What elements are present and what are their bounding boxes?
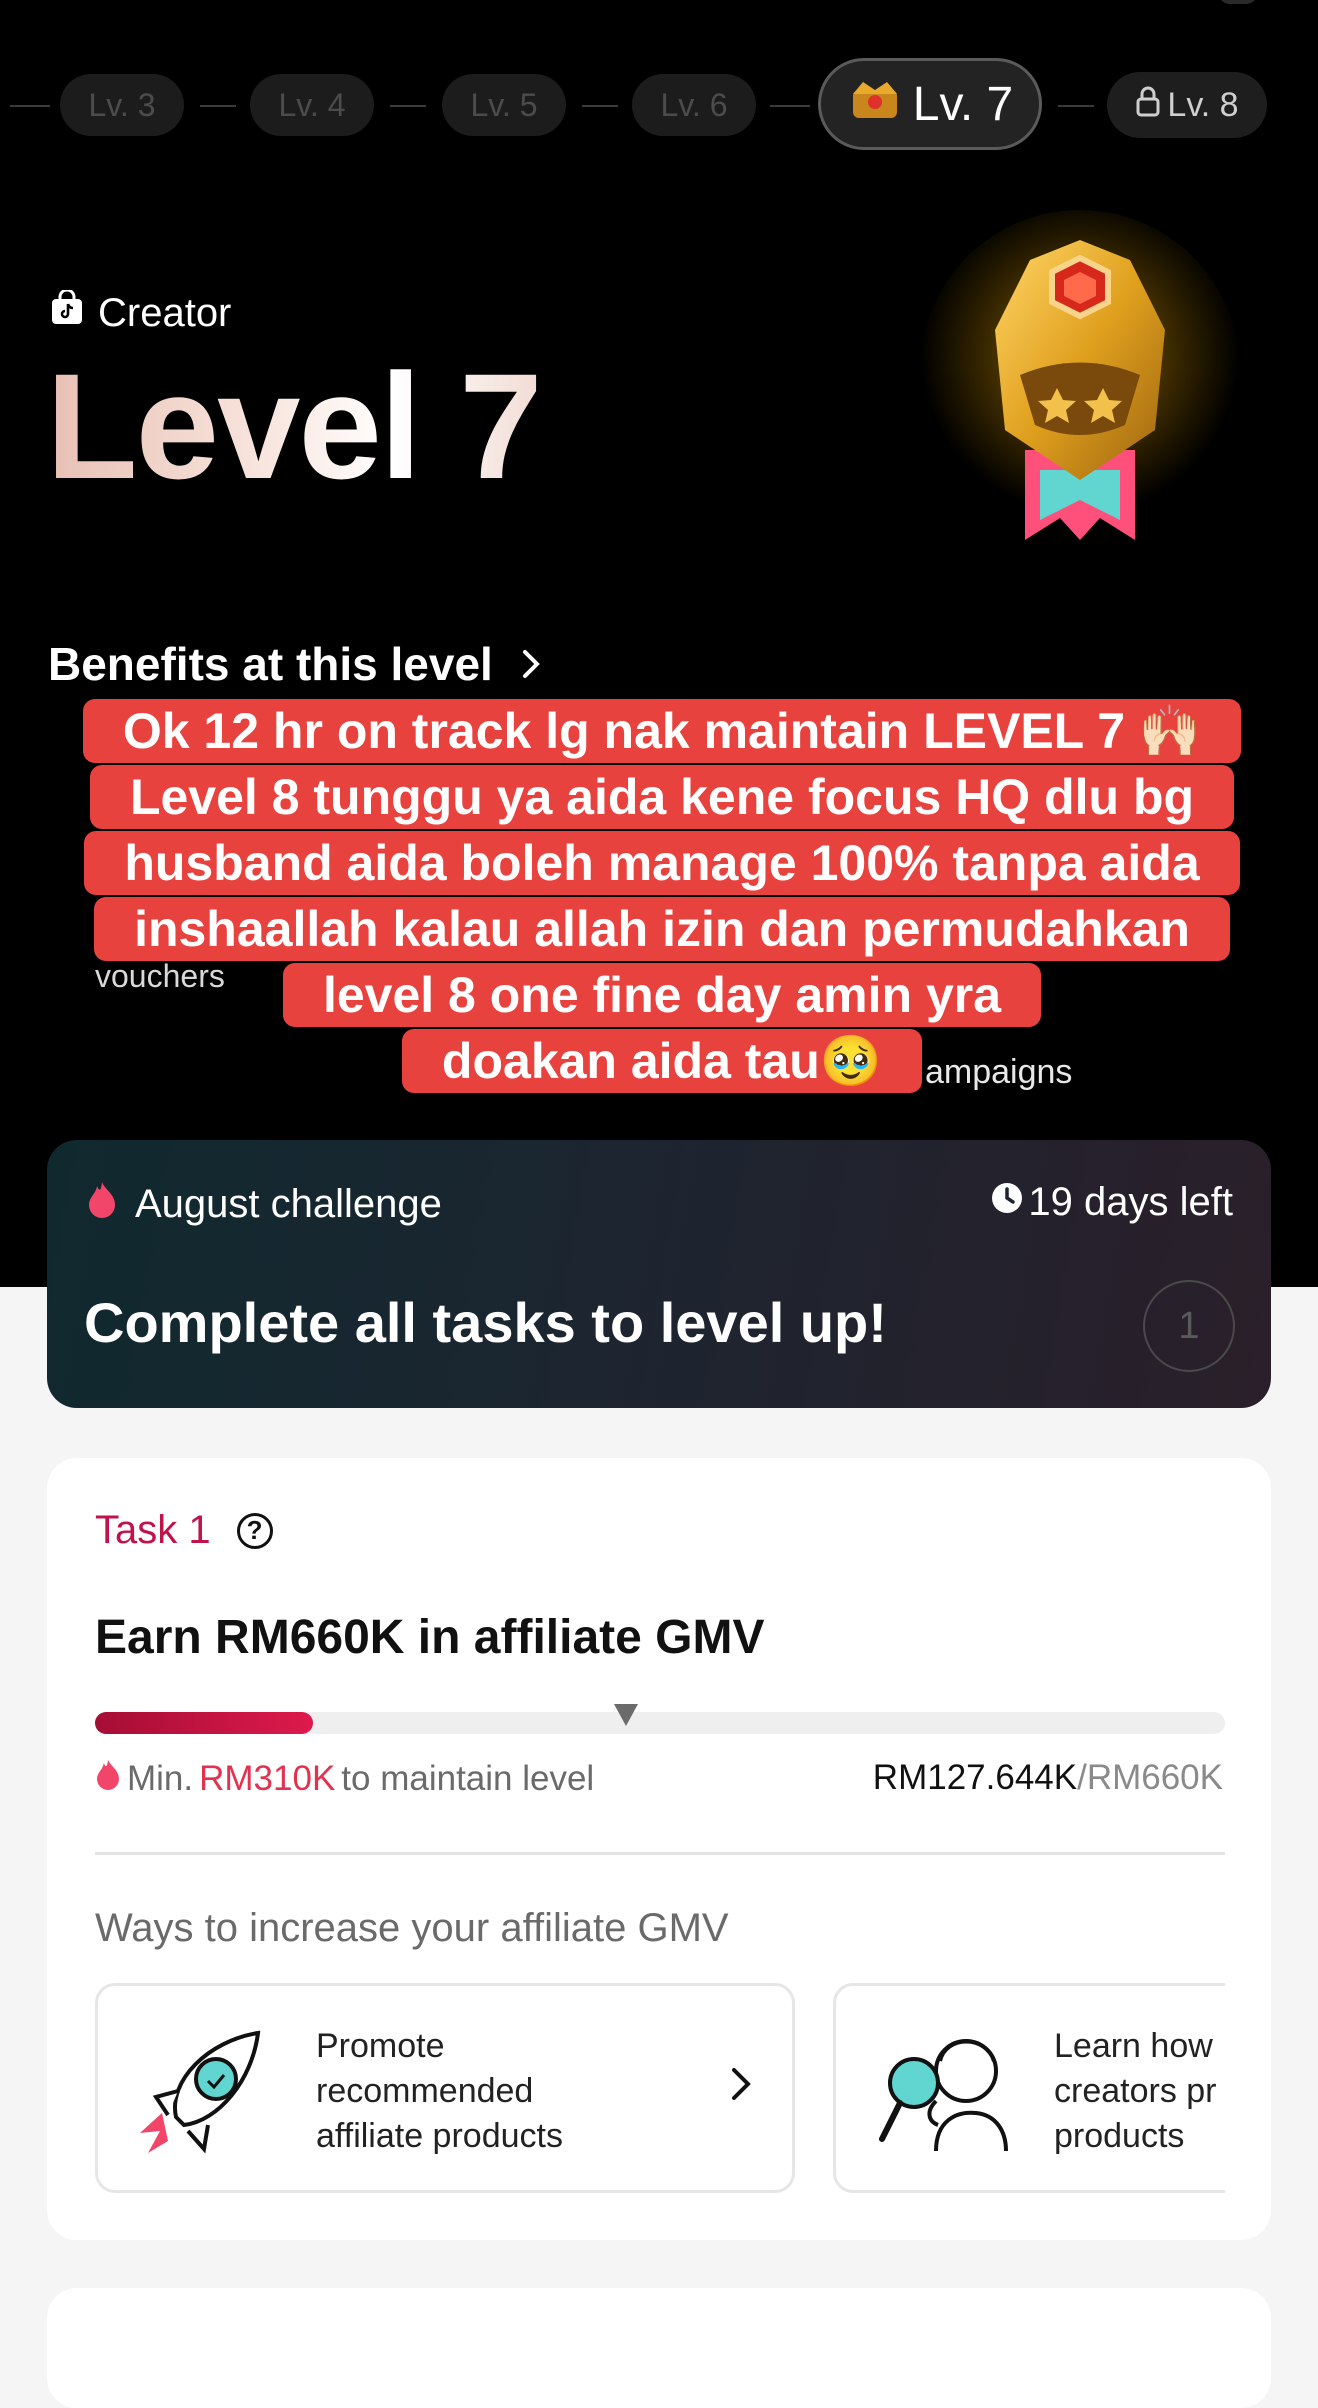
task-label-text: Task 1 [95,1508,211,1552]
caption-line: Level 8 tunggu ya aida kene focus HQ dlu… [62,764,1262,830]
next-task-card [47,2288,1271,2408]
level-pill-current-label: Lv. 7 [912,77,1014,131]
level-pill-6[interactable]: Lv. 6 [632,74,756,136]
chevron-right-icon [521,637,541,691]
level-connector [1058,105,1094,107]
hero-section: Lv. 3 Lv. 4 Lv. 5 Lv. 6 Lv. 7 Lv. 8 Crea… [0,0,1318,1287]
caption-line: inshaallah kalau allah izin dan permudah… [62,896,1262,962]
way-card-text: Learn how creators pr products [1054,2027,1217,2155]
caption-line: Ok 12 hr on track lg nak maintain LEVEL … [62,698,1262,764]
challenge-step-indicator: 1 [1143,1280,1235,1372]
way-card-text: Promote recommended affiliate products [316,2027,563,2155]
ways-title: Ways to increase your affiliate GMV [95,1906,729,1950]
target-gmv: /RM660K [1077,1758,1223,1797]
gmv-progress-bar [95,1704,1225,1734]
min-maintain-row: Min. RM310K to maintain level [95,1758,594,1799]
level-pill-5[interactable]: Lv. 5 [442,74,566,136]
level-badge-crown-icon [920,200,1240,560]
lock-icon [1135,85,1161,126]
task-label: Task 1 ? [95,1508,273,1553]
level-connector [200,105,236,107]
ways-carousel[interactable]: Promote recommended affiliate products L… [95,1983,1225,2193]
level-connector [770,105,810,107]
challenge-days-left: 19 days left [990,1180,1233,1225]
days-left-text: 19 days left [1028,1180,1233,1224]
min-threshold-marker [614,1704,639,1726]
challenge-card[interactable]: August challenge 19 days left Complete a… [47,1140,1271,1408]
creator-label: Creator [50,288,232,336]
task-card: Task 1 ? Earn RM660K in affiliate GMV Mi… [47,1458,1271,2240]
level-selector: Lv. 3 Lv. 4 Lv. 5 Lv. 6 Lv. 7 Lv. 8 [0,58,1318,154]
challenge-headline: Complete all tasks to level up! [84,1291,887,1354]
min-prefix: Min. [127,1758,194,1798]
benefits-label: Benefits at this level [48,638,493,690]
shop-bag-icon [50,288,84,336]
benefits-link[interactable]: Benefits at this level [48,637,541,691]
magnifier-person-icon [866,2021,1016,2161]
way-card-promote[interactable]: Promote recommended affiliate products [95,1983,795,2193]
divider [95,1852,1225,1855]
caption-line: level 8 one fine day amin yra [62,962,1262,1028]
status-dot [1218,0,1258,4]
crown-icon [847,76,903,132]
flame-icon [87,1180,117,1228]
chevron-right-icon [730,2066,752,2107]
challenge-title: August challenge [87,1180,442,1228]
caption-line: husband aida boleh manage 100% tanpa aid… [62,830,1262,896]
video-caption-overlay: Ok 12 hr on track lg nak maintain LEVEL … [62,698,1262,1094]
level-pill-3[interactable]: Lv. 3 [60,74,184,136]
level-pill-8[interactable]: Lv. 8 [1107,72,1267,138]
level-connector [582,105,618,107]
challenge-title-text: August challenge [135,1181,442,1226]
level-connector [390,105,426,107]
help-icon[interactable]: ? [236,1512,273,1549]
level-title: Level 7 [46,340,543,513]
min-amount: RM310K [199,1758,336,1798]
gmv-progress-text: RM127.644K/RM660K [873,1758,1223,1798]
level-pill-current[interactable]: Lv. 7 [818,58,1042,150]
creator-label-text: Creator [98,290,232,335]
task-goal: Earn RM660K in affiliate GMV [95,1611,765,1664]
level-connector [10,105,50,107]
min-suffix: to maintain level [341,1758,595,1798]
flame-icon [95,1758,121,1799]
gmv-progress-fill [95,1712,314,1734]
caption-line: doakan aida tau🥹 [62,1028,1262,1094]
level-pill-8-label: Lv. 8 [1167,85,1239,124]
current-gmv: RM127.644K [872,1758,1078,1797]
way-card-learn[interactable]: Learn how creators pr products [833,1983,1225,2193]
rocket-icon [128,2021,278,2161]
level-pill-4[interactable]: Lv. 4 [250,74,374,136]
clock-icon [990,1180,1024,1225]
